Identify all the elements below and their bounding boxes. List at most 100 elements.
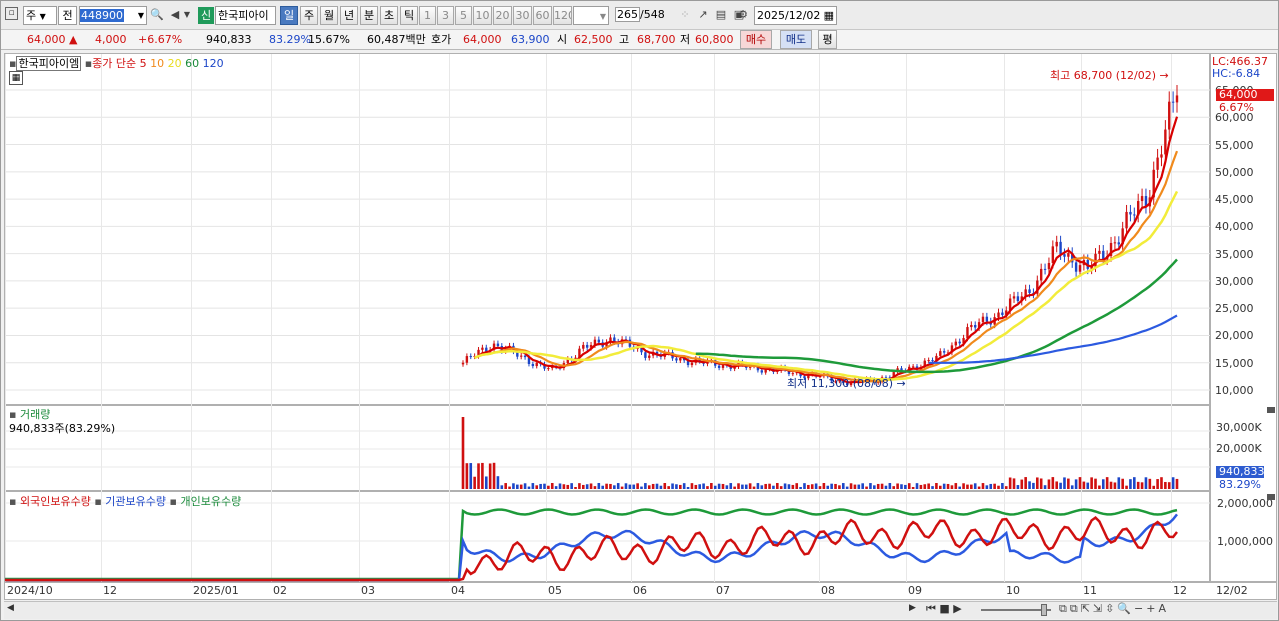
candle bbox=[958, 341, 961, 344]
volume-bar bbox=[783, 483, 787, 489]
volume-bar bbox=[519, 484, 523, 489]
zoom-handle[interactable] bbox=[1041, 604, 1047, 616]
volume-bar bbox=[1175, 478, 1179, 489]
volume-bar bbox=[904, 484, 907, 489]
volume-bar bbox=[1004, 486, 1008, 489]
chart-canvas[interactable] bbox=[1, 1, 1279, 621]
volume-bar bbox=[938, 485, 942, 489]
holder-tick-1: 2,000,000 bbox=[1217, 497, 1273, 510]
volume-bar bbox=[915, 483, 919, 489]
volume-bar bbox=[1020, 479, 1024, 489]
ma120-line bbox=[928, 314, 1178, 364]
volume-bar bbox=[1063, 477, 1066, 489]
candle bbox=[1055, 241, 1058, 247]
volume-bar bbox=[647, 485, 651, 489]
volume-bar bbox=[818, 486, 822, 489]
volume-bar bbox=[737, 483, 740, 489]
candle bbox=[1059, 241, 1062, 255]
volume-bar bbox=[884, 485, 888, 489]
volume-bar bbox=[791, 484, 795, 489]
volume-bar bbox=[1152, 485, 1156, 489]
ma5-line bbox=[474, 116, 1179, 384]
volume-bar bbox=[876, 483, 880, 489]
volume-bar bbox=[574, 486, 577, 489]
volume-bar bbox=[966, 484, 969, 489]
volume-bar bbox=[1121, 478, 1124, 489]
volume-bar bbox=[659, 485, 663, 489]
last-pct: 6.67% bbox=[1219, 101, 1254, 114]
candle bbox=[939, 351, 942, 356]
volume-bar bbox=[838, 485, 841, 489]
volume-bar bbox=[841, 483, 845, 489]
volume-bar bbox=[597, 483, 601, 489]
volume-bar bbox=[581, 484, 585, 489]
volume-bar bbox=[1113, 482, 1117, 489]
scroll-right-icon[interactable]: ▶ bbox=[909, 603, 916, 613]
volume-bar bbox=[508, 486, 511, 489]
volume-bar bbox=[1098, 485, 1101, 489]
volume-bar bbox=[760, 485, 764, 489]
candle bbox=[461, 362, 465, 365]
candle bbox=[1074, 262, 1078, 272]
candle bbox=[985, 316, 989, 322]
volume-bar bbox=[589, 483, 593, 489]
panel-close-icon[interactable] bbox=[1267, 407, 1275, 413]
volume-bar bbox=[713, 485, 717, 489]
play-controls[interactable]: ⏮ ■ ▶ bbox=[926, 602, 962, 616]
volume-bar bbox=[636, 483, 639, 489]
volume-bar bbox=[830, 483, 833, 489]
volume-bar bbox=[865, 486, 868, 489]
volume-bar bbox=[880, 483, 884, 489]
volume-bar bbox=[613, 485, 616, 489]
volume-bar bbox=[1148, 478, 1152, 489]
volume-bar bbox=[523, 483, 527, 489]
last-volume-tag: 940,833 bbox=[1216, 466, 1265, 478]
volume-bar bbox=[562, 484, 566, 489]
volume-bar bbox=[496, 476, 500, 489]
price-tick: 55,000 bbox=[1215, 138, 1254, 152]
candle bbox=[974, 324, 977, 328]
volume-bar bbox=[993, 483, 996, 489]
chart-tools[interactable]: ⧉⧉⇱⇲⇳🔍−+A bbox=[1059, 602, 1169, 616]
volume-bar bbox=[605, 483, 608, 489]
candle bbox=[1016, 296, 1020, 302]
volume-bar bbox=[958, 486, 961, 489]
candle bbox=[1117, 242, 1120, 245]
volume-bar bbox=[919, 484, 923, 489]
candle bbox=[1168, 101, 1171, 130]
volume-bar bbox=[772, 485, 775, 489]
x-tick: 03 bbox=[361, 584, 375, 597]
scroll-left-icon[interactable]: ◀ bbox=[7, 603, 14, 613]
volume-bar bbox=[686, 486, 690, 489]
volume-bar bbox=[1032, 482, 1035, 489]
volume-bar bbox=[527, 486, 531, 489]
institution-holding-line bbox=[5, 513, 1178, 582]
volume-bar bbox=[578, 483, 581, 489]
volume-bar bbox=[977, 486, 981, 489]
volume-bar bbox=[620, 486, 624, 489]
candle bbox=[966, 327, 969, 339]
candle bbox=[1067, 253, 1070, 257]
candle bbox=[1001, 312, 1004, 316]
calculator-icon[interactable]: ▦ bbox=[9, 71, 23, 85]
volume-bar bbox=[539, 483, 542, 489]
volume-bar bbox=[931, 486, 934, 489]
panel-close-icon[interactable] bbox=[1267, 494, 1275, 500]
volume-bar bbox=[651, 483, 655, 489]
x-tick: 12 bbox=[103, 584, 117, 597]
volume-bar bbox=[834, 483, 837, 489]
volume-bar bbox=[795, 483, 799, 489]
volume-bar bbox=[733, 486, 736, 489]
candle bbox=[760, 370, 763, 373]
volume-bar bbox=[1140, 482, 1144, 489]
candle bbox=[931, 360, 934, 362]
volume-bar bbox=[1117, 477, 1121, 489]
volume-bar bbox=[803, 483, 806, 489]
volume-bar bbox=[1055, 481, 1059, 489]
volume-bar bbox=[1012, 478, 1016, 489]
volume-bar bbox=[776, 483, 779, 489]
volume-bar bbox=[853, 484, 857, 489]
volume-bar bbox=[845, 486, 849, 489]
volume-bar bbox=[473, 476, 476, 489]
volume-bar bbox=[950, 485, 954, 489]
